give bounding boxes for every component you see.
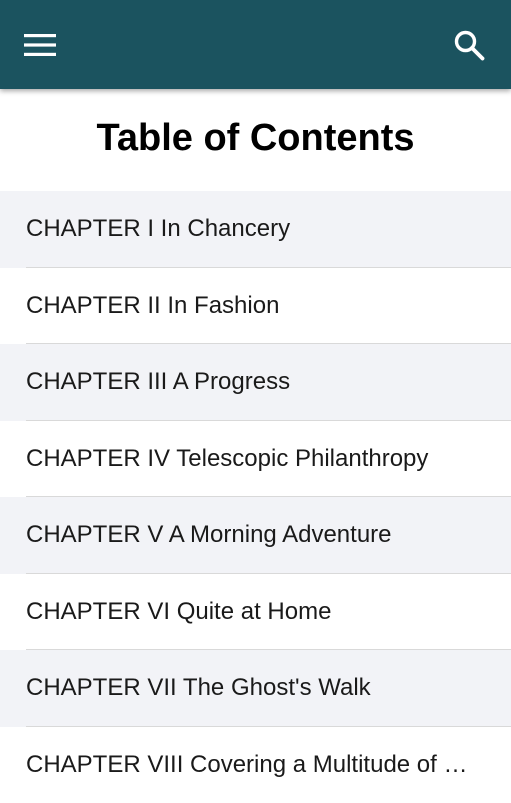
- chapter-label: CHAPTER VII The Ghost's Walk: [26, 673, 483, 703]
- search-button[interactable]: [446, 22, 492, 68]
- chapter-item-7[interactable]: CHAPTER VII The Ghost's Walk: [0, 650, 511, 727]
- chapter-item-6[interactable]: CHAPTER VI Quite at Home: [0, 574, 511, 651]
- app-bar: [0, 0, 511, 89]
- chapter-item-2[interactable]: CHAPTER II In Fashion: [0, 268, 511, 345]
- search-icon: [453, 29, 485, 61]
- chapter-item-3[interactable]: CHAPTER III A Progress: [0, 344, 511, 421]
- chapter-item-8[interactable]: CHAPTER VIII Covering a Multitude of Sin…: [0, 727, 511, 803]
- chapter-item-4[interactable]: CHAPTER IV Telescopic Philanthropy: [0, 421, 511, 498]
- chapter-label: CHAPTER IV Telescopic Philanthropy: [26, 444, 483, 474]
- chapter-list: CHAPTER I In Chancery CHAPTER II In Fash…: [0, 191, 511, 803]
- chapter-label: CHAPTER II In Fashion: [26, 291, 483, 321]
- hamburger-menu-icon: [24, 33, 56, 57]
- chapter-label: CHAPTER III A Progress: [26, 367, 483, 397]
- chapter-label: CHAPTER I In Chancery: [26, 214, 483, 244]
- chapter-label: CHAPTER VI Quite at Home: [26, 597, 483, 627]
- chapter-item-5[interactable]: CHAPTER V A Morning Adventure: [0, 497, 511, 574]
- menu-button[interactable]: [18, 24, 62, 66]
- chapter-label: CHAPTER VIII Covering a Multitude of Sin…: [26, 750, 483, 780]
- chapter-label: CHAPTER V A Morning Adventure: [26, 520, 483, 550]
- page-title: Table of Contents: [0, 112, 511, 164]
- chapter-item-1[interactable]: CHAPTER I In Chancery: [0, 191, 511, 268]
